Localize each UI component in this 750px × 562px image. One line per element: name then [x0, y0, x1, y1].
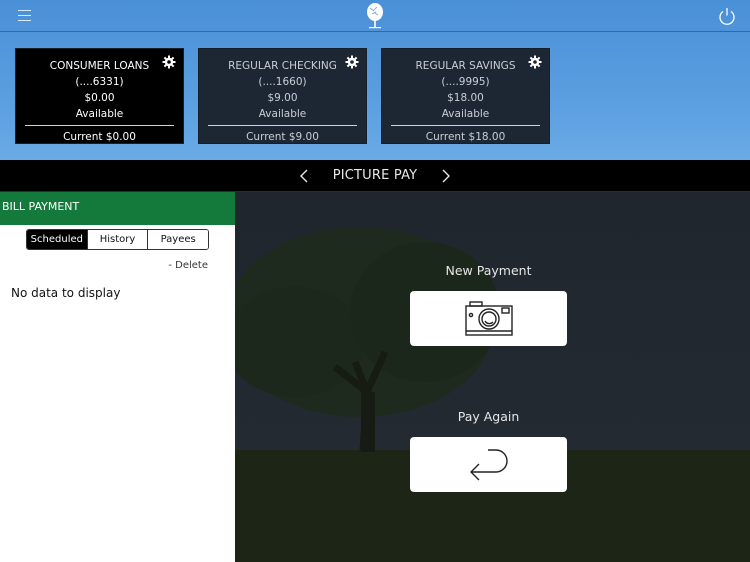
empty-state-text: No data to display — [11, 286, 121, 300]
account-name: CONSUMER LOANS — [49, 60, 150, 72]
bill-payment-tabs: Scheduled History Payees — [26, 229, 209, 250]
bill-payment-panel: BILL PAYMENT Scheduled History Payees - … — [0, 192, 235, 562]
section-title: PICTURE PAY — [332, 168, 418, 183]
card-divider — [391, 125, 540, 126]
account-number: (....6331) — [75, 76, 124, 88]
gear-icon[interactable] — [162, 55, 176, 69]
top-bar — [0, 0, 750, 32]
account-amount: $18.00 — [447, 92, 484, 104]
account-current: Current $0.00 — [63, 131, 136, 143]
picture-pay-main: New Payment Pay Again — [235, 192, 750, 562]
account-card-regular-savings[interactable]: REGULAR SAVINGS (....9995) $18.00 Availa… — [381, 48, 550, 144]
top-header-area: CONSUMER LOANS (....6331) $0.00 Availabl… — [0, 0, 750, 160]
tab-history[interactable]: History — [86, 230, 148, 249]
account-card-regular-checking[interactable]: REGULAR CHECKING (....1660) $9.00 Availa… — [198, 48, 367, 144]
background-tree-image — [235, 227, 750, 562]
delete-link[interactable]: - Delete — [168, 260, 208, 271]
account-name: REGULAR CHECKING — [228, 60, 337, 72]
hamburger-menu-icon[interactable] — [18, 10, 31, 21]
account-amount-label: Available — [258, 108, 307, 120]
account-amount-label: Available — [75, 108, 124, 120]
pay-again-button[interactable] — [410, 437, 567, 492]
pay-again-label: Pay Again — [457, 409, 520, 424]
account-card-consumer-loans[interactable]: CONSUMER LOANS (....6331) $0.00 Availabl… — [15, 48, 184, 144]
return-arrow-icon — [469, 448, 508, 480]
chevron-right-icon[interactable] — [441, 169, 451, 183]
new-payment-button[interactable] — [410, 291, 567, 346]
tab-payees[interactable]: Payees — [147, 230, 208, 249]
camera-icon — [464, 300, 513, 336]
account-current: Current $9.00 — [246, 131, 319, 143]
account-amount: $0.00 — [84, 92, 115, 104]
card-divider — [208, 125, 357, 126]
new-payment-label: New Payment — [445, 263, 532, 278]
power-icon[interactable] — [718, 7, 736, 25]
card-divider — [25, 125, 174, 126]
account-number: (....1660) — [258, 76, 307, 88]
account-amount: $9.00 — [267, 92, 298, 104]
account-number: (....9995) — [441, 76, 490, 88]
section-navbar: PICTURE PAY — [0, 160, 750, 192]
account-name: REGULAR SAVINGS — [415, 60, 516, 72]
gear-icon[interactable] — [345, 55, 359, 69]
tree-logo-icon — [367, 3, 383, 29]
account-current: Current $18.00 — [425, 131, 506, 143]
tab-scheduled[interactable]: Scheduled — [27, 230, 87, 249]
gear-icon[interactable] — [528, 55, 542, 69]
bill-payment-header: BILL PAYMENT — [0, 192, 235, 225]
account-amount-label: Available — [441, 108, 490, 120]
